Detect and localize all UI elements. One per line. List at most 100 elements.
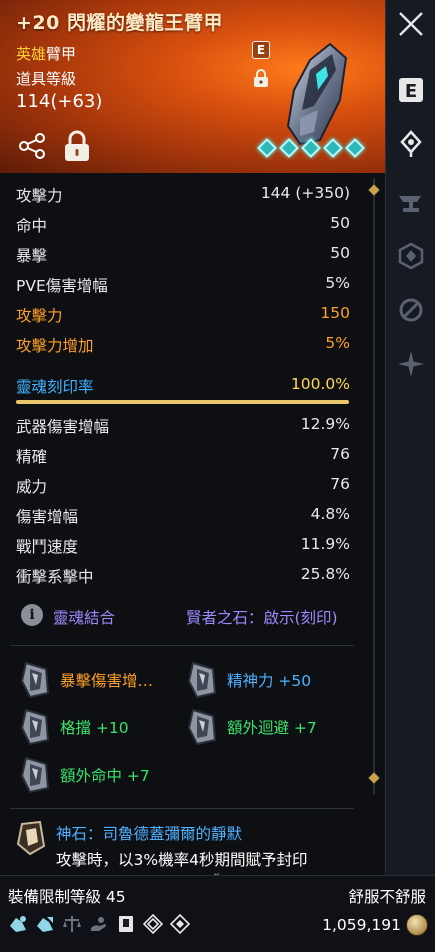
effect-item[interactable]: 精神力 +50: [185, 659, 345, 699]
divider: [10, 808, 354, 809]
stat-row: PVE傷害增幅 5%: [16, 274, 350, 300]
equip-badge-icon: E: [252, 41, 270, 59]
stat-row: 戰鬥速度 11.9%: [16, 535, 350, 561]
gem-icon: [345, 138, 365, 158]
stat-row: 傷害增幅 4.8%: [16, 505, 350, 531]
soul-combo-value: 賢者之石：啟示(刻印): [186, 609, 338, 627]
item-rarity: 英雄: [16, 45, 47, 63]
stat-value: 76: [330, 445, 350, 463]
item-footer: 裝備限制等級 45 舒服不舒服 1,059,191: [0, 875, 435, 952]
effect-item[interactable]: 額外命中 +7: [18, 754, 178, 794]
stat-label: 暴擊: [16, 247, 48, 265]
share-icon[interactable]: [18, 132, 46, 160]
soul-combo-label: 靈魂結合: [53, 609, 116, 627]
comfort-label: 舒服不舒服: [348, 888, 426, 906]
stat-row: 暴擊 50: [16, 244, 350, 270]
hex-gem-icon[interactable]: [397, 242, 425, 270]
godstone-desc: 攻擊時，以3%機率4秒期間賦予封印: [56, 851, 308, 869]
lock-icon[interactable]: [62, 129, 92, 163]
stat-label: 攻擊力: [16, 307, 63, 325]
item-header: +20 閃耀的變龍王臂甲 英雄臂甲 道具等級 114(+63) E: [0, 0, 385, 173]
anvil-icon[interactable]: [397, 188, 425, 216]
stat-value: 144 (+350): [260, 184, 350, 202]
stat-value: 150: [320, 304, 350, 322]
stat-label: 戰鬥速度: [16, 538, 79, 556]
effect-item[interactable]: 暴擊傷害增…: [18, 659, 178, 699]
divider: [10, 645, 354, 646]
soul-imprint-row: 靈魂刻印率 100.0%: [16, 375, 350, 401]
stat-row: 精確 76: [16, 445, 350, 471]
stat-label: 攻擊力: [16, 187, 63, 205]
stat-label: 衝擊系擊中: [16, 568, 94, 586]
svg-text:E: E: [405, 81, 417, 102]
stat-label: 威力: [16, 478, 48, 496]
stat-row: 攻擊力增加 5%: [16, 334, 350, 360]
stat-row: 武器傷害增幅 12.9%: [16, 415, 350, 441]
diamond-target-icon[interactable]: [170, 914, 190, 934]
info-icon[interactable]: i: [21, 604, 43, 626]
stat-label: 命中: [16, 217, 48, 235]
sell-price: 1,059,191: [322, 916, 401, 934]
stat-value: 11.9%: [300, 535, 350, 553]
stat-row: 攻擊力 144 (+350): [16, 184, 350, 210]
godstone-icon: [16, 820, 46, 856]
tooltip-scrollbar[interactable]: [367, 178, 381, 794]
soul-gem-2-icon[interactable]: [35, 914, 55, 934]
soul-imprint-bar: [16, 400, 349, 404]
gem-icon: [257, 138, 277, 158]
stat-row: 衝擊系擊中 25.8%: [16, 565, 350, 591]
stat-value: 5%: [325, 274, 350, 292]
stat-value: 76: [330, 475, 350, 493]
diamond-pattern-icon[interactable]: [143, 914, 163, 934]
item-level-value: 114(+63): [16, 91, 103, 112]
stat-label: 傷害增幅: [16, 508, 79, 526]
effect-item[interactable]: 格擋 +10: [18, 706, 178, 746]
stat-label: PVE傷害增幅: [16, 277, 108, 295]
stat-label: 攻擊力增加: [16, 337, 94, 355]
soul-imprint-value: 100.0%: [290, 375, 350, 393]
scale-icon[interactable]: [62, 914, 82, 934]
stat-value: 25.8%: [300, 565, 350, 583]
bracer-item-icon: [286, 42, 348, 146]
footer-icon-bar: [8, 914, 190, 934]
effect-text: 額外命中 +7: [60, 767, 150, 785]
soul-gem-icon: [187, 708, 217, 746]
item-grade: 英雄臂甲: [16, 43, 76, 64]
stat-label: 武器傷害增幅: [16, 418, 110, 436]
gem-icon: [301, 138, 321, 158]
star-burst-icon[interactable]: [397, 350, 425, 378]
scroll-bottom-marker: [368, 772, 380, 784]
scroll-top-marker: [368, 184, 380, 196]
stat-value: 5%: [325, 334, 350, 352]
effect-text: 額外迴避 +7: [227, 719, 317, 737]
stat-value: 50: [330, 244, 350, 262]
effect-text: 暴擊傷害增…: [60, 672, 154, 690]
soul-gem-icon[interactable]: [8, 914, 28, 934]
gem-icon: [279, 138, 299, 158]
hand-icon[interactable]: [89, 914, 109, 934]
gem-icon: [323, 138, 343, 158]
soul-gem-icon: [20, 708, 50, 746]
effect-item[interactable]: 額外迴避 +7: [185, 706, 345, 746]
stat-label: 精確: [16, 448, 48, 466]
enhance-gems: [257, 138, 365, 158]
stat-value: 12.9%: [300, 415, 350, 433]
godstone-name: 神石：司魯德蓋彌爾的靜默: [56, 825, 243, 843]
effect-text: 精神力 +50: [227, 672, 312, 690]
stat-row: 攻擊力 150: [16, 304, 350, 330]
stat-value: 4.8%: [310, 505, 350, 523]
equip-e-icon[interactable]: E: [397, 76, 425, 104]
close-icon[interactable]: [397, 10, 425, 38]
ring-icon[interactable]: [397, 296, 425, 324]
item-title: +20 閃耀的變龍王臂甲: [16, 12, 223, 34]
coin-icon: [406, 914, 428, 936]
soul-gem-icon: [20, 661, 50, 699]
stat-row: 威力 76: [16, 475, 350, 501]
soul-imprint-label: 靈魂刻印率: [16, 378, 94, 396]
bound-lock-icon: [254, 69, 268, 87]
required-level: 裝備限制等級 45: [8, 888, 126, 906]
book-icon[interactable]: [116, 914, 136, 934]
side-toolbar: E: [385, 0, 435, 875]
stat-row: 命中 50: [16, 214, 350, 240]
soul-icon[interactable]: [397, 130, 425, 158]
